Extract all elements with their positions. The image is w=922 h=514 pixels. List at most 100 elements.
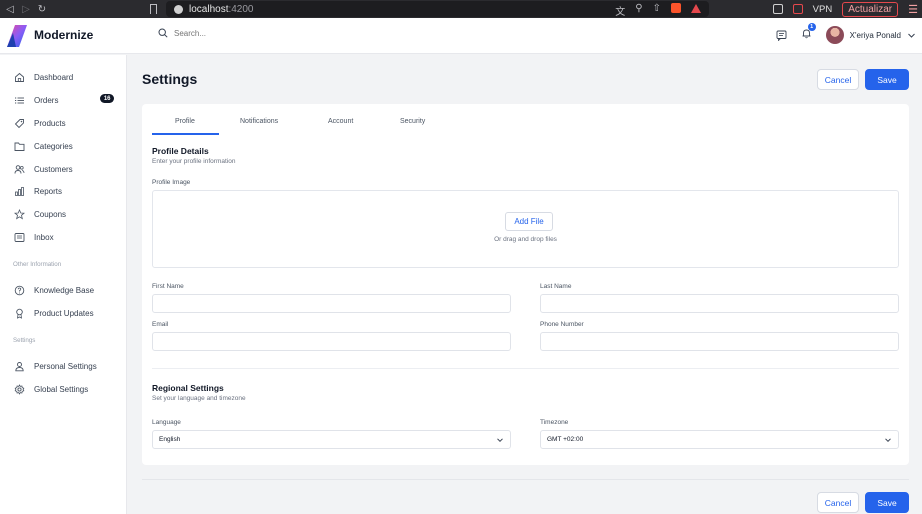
sidebar-item-label: Global Settings	[34, 384, 89, 394]
zoom-icon[interactable]: ⚲	[635, 3, 642, 18]
last-name-field[interactable]	[540, 294, 899, 313]
wallet-icon[interactable]	[792, 4, 803, 14]
app-header: Modernize 1 X'eriya Ponald	[0, 18, 922, 54]
user-icon	[15, 361, 24, 371]
profile-image-dropzone[interactable]: Add File Or drag and drop files	[152, 190, 899, 268]
chevron-down-icon	[908, 33, 915, 38]
back-icon[interactable]: ◁	[2, 0, 18, 18]
vpn-button[interactable]: VPN	[813, 4, 833, 15]
notifications-button[interactable]: 1	[801, 23, 816, 44]
language-select[interactable]: English	[152, 430, 511, 449]
section-label-other: Other Information	[13, 261, 62, 268]
bar-chart-icon	[15, 186, 24, 196]
browser-toolbar: ◁ ▷ ↻ localhost:4200 文 ⚲ ⇧ VPN Actualiza…	[0, 0, 922, 18]
tag-icon	[14, 118, 24, 128]
email-field[interactable]	[152, 332, 511, 351]
tab-profile[interactable]: Profile	[175, 118, 195, 125]
drop-hint: Or drag and drop files	[494, 236, 557, 243]
brave-shield-icon[interactable]	[671, 3, 681, 13]
site-info-icon[interactable]	[174, 4, 183, 14]
first-name-field[interactable]	[152, 294, 511, 313]
chevron-down-icon	[885, 437, 891, 442]
sidebar-item-label: Products	[34, 118, 66, 128]
user-menu[interactable]: X'eriya Ponald	[825, 26, 916, 44]
add-file-button[interactable]: Add File	[505, 212, 553, 231]
user-name: X'eriya Ponald	[849, 30, 901, 40]
update-button[interactable]: Actualizar	[842, 1, 899, 17]
sidebar-item-inbox[interactable]: Inbox	[14, 230, 114, 244]
messages-icon[interactable]	[776, 30, 787, 41]
section-label-settings: Settings	[13, 337, 36, 344]
bookmark-icon[interactable]	[150, 4, 157, 14]
email-label: Email	[152, 321, 169, 328]
timezone-label: Timezone	[540, 419, 569, 426]
footer-divider	[142, 479, 909, 480]
sidebar-toggle-icon[interactable]	[772, 4, 783, 14]
star-icon	[14, 208, 25, 219]
brand-name: Modernize	[34, 28, 94, 42]
logo-icon	[7, 25, 27, 47]
rewards-icon[interactable]	[691, 4, 701, 13]
sidebar-item-customers[interactable]: Customers	[14, 162, 114, 176]
tab-security[interactable]: Security	[400, 118, 425, 125]
home-icon	[15, 72, 24, 82]
last-name-label: Last Name	[540, 283, 572, 290]
sidebar-item-products[interactable]: Products	[14, 116, 114, 130]
sidebar-item-categories[interactable]: Categories	[14, 139, 114, 153]
sidebar-item-orders[interactable]: Orders 16	[14, 93, 114, 107]
chevron-down-icon	[497, 437, 503, 442]
gear-icon	[14, 383, 25, 395]
tab-notifications[interactable]: Notifications	[240, 118, 278, 125]
timezone-select[interactable]: GMT +02:00	[540, 430, 899, 449]
timezone-value: GMT +02:00	[547, 436, 584, 443]
sidebar-item-label: Dashboard	[34, 72, 74, 82]
search-icon	[158, 28, 168, 38]
language-label: Language	[152, 419, 181, 426]
page-title: Settings	[142, 71, 198, 87]
sidebar-item-personal-settings[interactable]: Personal Settings	[14, 359, 114, 373]
profile-details-subtitle: Enter your profile information	[152, 158, 236, 165]
sidebar-item-dashboard[interactable]: Dashboard	[14, 70, 114, 84]
translate-icon[interactable]: 文	[615, 3, 625, 18]
sidebar-item-label: Customers	[34, 164, 73, 174]
sidebar-item-label: Product Updates	[34, 308, 94, 318]
profile-image-label: Profile Image	[152, 179, 191, 186]
sidebar: Dashboard Orders 16 Products Categories …	[0, 55, 127, 514]
list-icon	[15, 97, 24, 103]
url-host: localhost	[189, 3, 229, 15]
language-value: English	[159, 436, 181, 443]
cancel-button[interactable]: Cancel	[817, 69, 859, 90]
phone-number-field[interactable]	[540, 332, 899, 351]
sidebar-item-reports[interactable]: Reports	[14, 184, 114, 198]
tab-account[interactable]: Account	[328, 118, 353, 125]
save-button[interactable]: Save	[865, 69, 909, 90]
search-input[interactable]	[174, 28, 294, 38]
inbox-icon	[14, 232, 25, 242]
forward-icon[interactable]: ▷	[18, 0, 34, 18]
search-bar[interactable]	[158, 28, 294, 38]
orders-count-badge: 16	[100, 94, 114, 103]
sidebar-item-product-updates[interactable]: Product Updates	[14, 306, 114, 320]
award-icon	[16, 308, 23, 319]
sidebar-item-knowledge-base[interactable]: Knowledge Base	[14, 283, 114, 297]
footer-cancel-button[interactable]: Cancel	[817, 492, 859, 513]
share-icon[interactable]: ⇧	[653, 3, 661, 18]
reload-icon[interactable]: ↻	[34, 0, 50, 18]
help-circle-icon	[14, 285, 25, 295]
address-bar[interactable]: localhost:4200 文 ⚲ ⇧	[166, 1, 709, 18]
regional-settings-title: Regional Settings	[152, 383, 224, 393]
sidebar-item-coupons[interactable]: Coupons	[14, 207, 114, 221]
sidebar-item-label: Inbox	[34, 232, 54, 242]
menu-icon[interactable]: ☰	[908, 3, 918, 16]
users-icon	[14, 164, 25, 174]
sidebar-item-label: Knowledge Base	[34, 285, 95, 295]
footer-save-button[interactable]: Save	[865, 492, 909, 513]
sidebar-item-label: Coupons	[34, 209, 67, 219]
sidebar-item-label: Personal Settings	[34, 361, 97, 371]
profile-details-title: Profile Details	[152, 146, 209, 156]
avatar	[825, 26, 844, 44]
active-tab-indicator	[152, 133, 219, 135]
section-divider	[152, 368, 899, 369]
sidebar-item-global-settings[interactable]: Global Settings	[14, 382, 114, 396]
settings-card: Profile Notifications Account Security P…	[142, 104, 909, 465]
